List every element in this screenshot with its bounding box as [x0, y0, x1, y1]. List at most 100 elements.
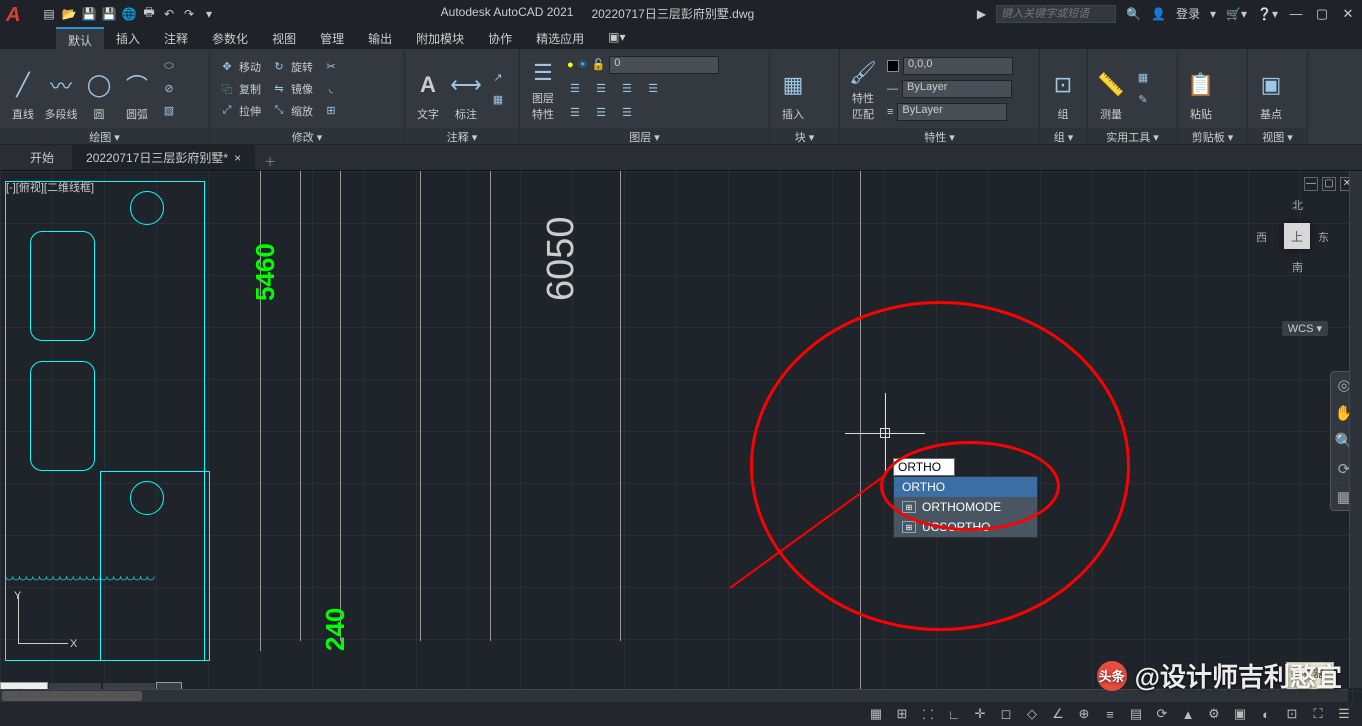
trim-icon[interactable]: ✂ — [320, 57, 342, 77]
layer-tool7[interactable]: ☰ — [616, 103, 638, 123]
tab-view[interactable]: 视图 — [260, 27, 308, 49]
ortho-toggle-icon[interactable]: ∟ — [944, 707, 964, 722]
cleanscreen-icon[interactable]: ⛶ — [1308, 706, 1328, 722]
grid-toggle-icon[interactable]: ⊞ — [892, 706, 912, 722]
draw-misc1[interactable]: ⬭ — [158, 57, 180, 77]
monitor-icon[interactable]: ▣ — [1230, 706, 1250, 722]
tab-default[interactable]: 默认 — [56, 27, 104, 49]
qat-redo-icon[interactable]: ↷ — [180, 5, 198, 23]
panel-prop-title[interactable]: 特性 ▾ — [840, 128, 1039, 144]
layer-tool6[interactable]: ☰ — [590, 103, 612, 123]
measure-button[interactable]: 📏测量 — [1094, 56, 1128, 122]
qat-save-icon[interactable]: 💾 — [80, 5, 98, 23]
start-tab[interactable]: 开始 — [16, 145, 68, 170]
snap-toggle-icon[interactable]: ⸬ — [918, 705, 938, 723]
layer-tool4[interactable]: ☰ — [642, 79, 664, 99]
paste-button[interactable]: 📋粘贴 — [1184, 56, 1218, 122]
insert-block-button[interactable]: ▦插入 — [776, 56, 810, 122]
tab-addins[interactable]: 附加模块 — [404, 27, 476, 49]
viewcube-south[interactable]: 南 — [1292, 259, 1303, 275]
layer-combo[interactable]: ●☀🔓 0 — [564, 55, 722, 75]
scale-button[interactable]: ⤡缩放 — [268, 101, 316, 121]
layerprops-button[interactable]: ☰图层 特性 — [526, 56, 560, 122]
dim-button[interactable]: ⟷标注 — [449, 56, 483, 122]
util1[interactable]: ▦ — [1132, 68, 1154, 88]
layer-tool5[interactable]: ☰ — [564, 103, 586, 123]
viewcube-top[interactable]: 上 — [1284, 223, 1310, 249]
rotate-button[interactable]: ↻旋转 — [268, 57, 316, 77]
suggest-ucsortho[interactable]: ⊞UCSORTHO — [894, 517, 1037, 537]
cycle-toggle-icon[interactable]: ⟳ — [1152, 706, 1172, 722]
help-search-input[interactable] — [996, 5, 1116, 23]
qat-open-icon[interactable]: 📂 — [60, 5, 78, 23]
maximize-button[interactable]: ▢ — [1314, 6, 1330, 22]
stretch-button[interactable]: ⤢拉伸 — [216, 101, 264, 121]
panel-clip-title[interactable]: 剪贴板 ▾ — [1178, 128, 1247, 144]
share-arrow-icon[interactable]: ▶ — [977, 7, 986, 21]
text-button[interactable]: A文字 — [411, 56, 445, 122]
tab-overflow-icon[interactable]: ▣▾ — [596, 27, 637, 49]
panel-util-title[interactable]: 实用工具 ▾ — [1088, 128, 1177, 144]
workspace-icon[interactable]: ⚙ — [1204, 706, 1224, 722]
arc-button[interactable]: ⌒圆弧 — [120, 56, 154, 122]
suggest-ortho[interactable]: ORTHO — [894, 477, 1037, 497]
vp-max-icon[interactable]: ▢ — [1322, 177, 1336, 191]
table-icon[interactable]: ▦ — [487, 90, 509, 110]
model-toggle-icon[interactable]: ▦ — [866, 706, 886, 722]
fillet-icon[interactable]: ◟ — [320, 79, 342, 99]
qat-undo-icon[interactable]: ↶ — [160, 5, 178, 23]
line-button[interactable]: ╱直线 — [6, 56, 40, 122]
dynamic-input[interactable] — [893, 458, 955, 476]
trans-toggle-icon[interactable]: ▤ — [1126, 706, 1146, 722]
close-button[interactable]: ✕ — [1340, 6, 1356, 22]
panel-modify-title[interactable]: 修改 ▾ — [210, 128, 404, 144]
vertical-scrollbar[interactable] — [1349, 171, 1362, 688]
panel-view-title[interactable]: 视图 ▾ — [1248, 128, 1307, 144]
viewcube[interactable]: 北 南 西 东 上 — [1262, 201, 1332, 271]
close-tab-icon[interactable]: × — [234, 151, 241, 165]
draw-misc2[interactable]: ⊘ — [158, 79, 180, 99]
document-tab[interactable]: 20220717日三层彭府别墅*× — [72, 145, 255, 170]
tab-collab[interactable]: 协作 — [476, 27, 524, 49]
user-icon[interactable]: 👤 — [1151, 7, 1166, 21]
draw-misc3[interactable]: ▧ — [158, 101, 180, 121]
leader-icon[interactable]: ↗ — [487, 68, 509, 88]
lw-toggle-icon[interactable]: ≡ — [1100, 707, 1120, 722]
lt-combo[interactable]: ≡ByLayer — [884, 102, 1016, 122]
layer-tool2[interactable]: ☰ — [590, 79, 612, 99]
qat-new-icon[interactable]: ▤ — [40, 5, 58, 23]
circle-button[interactable]: ◯圆 — [82, 56, 116, 122]
matchprop-button[interactable]: 🖌特性 匹配 — [846, 56, 880, 122]
otrack-toggle-icon[interactable]: ∠ — [1048, 706, 1068, 722]
model-space[interactable]: [-][俯视][二维线框] — ▢ ✕ ◡◡◡◡◡◡◡◡◡◡◡◡◡◡◡◡◡◡◡◡… — [0, 171, 1362, 702]
app-logo[interactable]: A — [6, 4, 38, 24]
new-tab-button[interactable]: ＋ — [259, 153, 281, 170]
tab-insert[interactable]: 插入 — [104, 27, 152, 49]
ucs-icon[interactable]: X Y — [18, 592, 88, 662]
exchange-icon[interactable]: ▾ — [1210, 7, 1216, 21]
osnap-toggle-icon[interactable]: ◻ — [996, 706, 1016, 722]
tab-output[interactable]: 输出 — [356, 27, 404, 49]
dyn-toggle-icon[interactable]: ⊕ — [1074, 706, 1094, 722]
search-icon[interactable]: 🔍 — [1126, 7, 1141, 21]
group-button[interactable]: ⊡组 — [1046, 56, 1080, 122]
array-icon[interactable]: ⊞ — [320, 101, 342, 121]
panel-layer-title[interactable]: 图层 ▾ — [520, 128, 769, 144]
wcs-dropdown[interactable]: WCS ▾ — [1282, 321, 1328, 336]
color-combo[interactable]: 0,0,0 — [884, 56, 1016, 76]
qat-dropdown-icon[interactable]: ▾ — [200, 5, 218, 23]
viewcube-north[interactable]: 北 — [1292, 197, 1303, 213]
viewcube-west[interactable]: 西 — [1256, 229, 1267, 245]
isolate-icon[interactable]: ◐ — [1256, 707, 1276, 722]
panel-block-title[interactable]: 块 ▾ — [770, 128, 839, 144]
panel-annot-title[interactable]: 注释 ▾ — [405, 128, 519, 144]
minimize-button[interactable]: — — [1288, 6, 1304, 21]
cart-icon[interactable]: 🛒▾ — [1226, 7, 1247, 21]
tab-express[interactable]: 精选应用 — [524, 27, 596, 49]
layer-tool3[interactable]: ☰ — [616, 79, 638, 99]
vp-min-icon[interactable]: — — [1304, 177, 1318, 191]
mirror-button[interactable]: ⇋镜像 — [268, 79, 316, 99]
custom-icon[interactable]: ☰ — [1334, 706, 1354, 722]
help-icon[interactable]: ❔▾ — [1257, 7, 1278, 21]
panel-draw-title[interactable]: 绘图 ▾ — [0, 128, 209, 144]
